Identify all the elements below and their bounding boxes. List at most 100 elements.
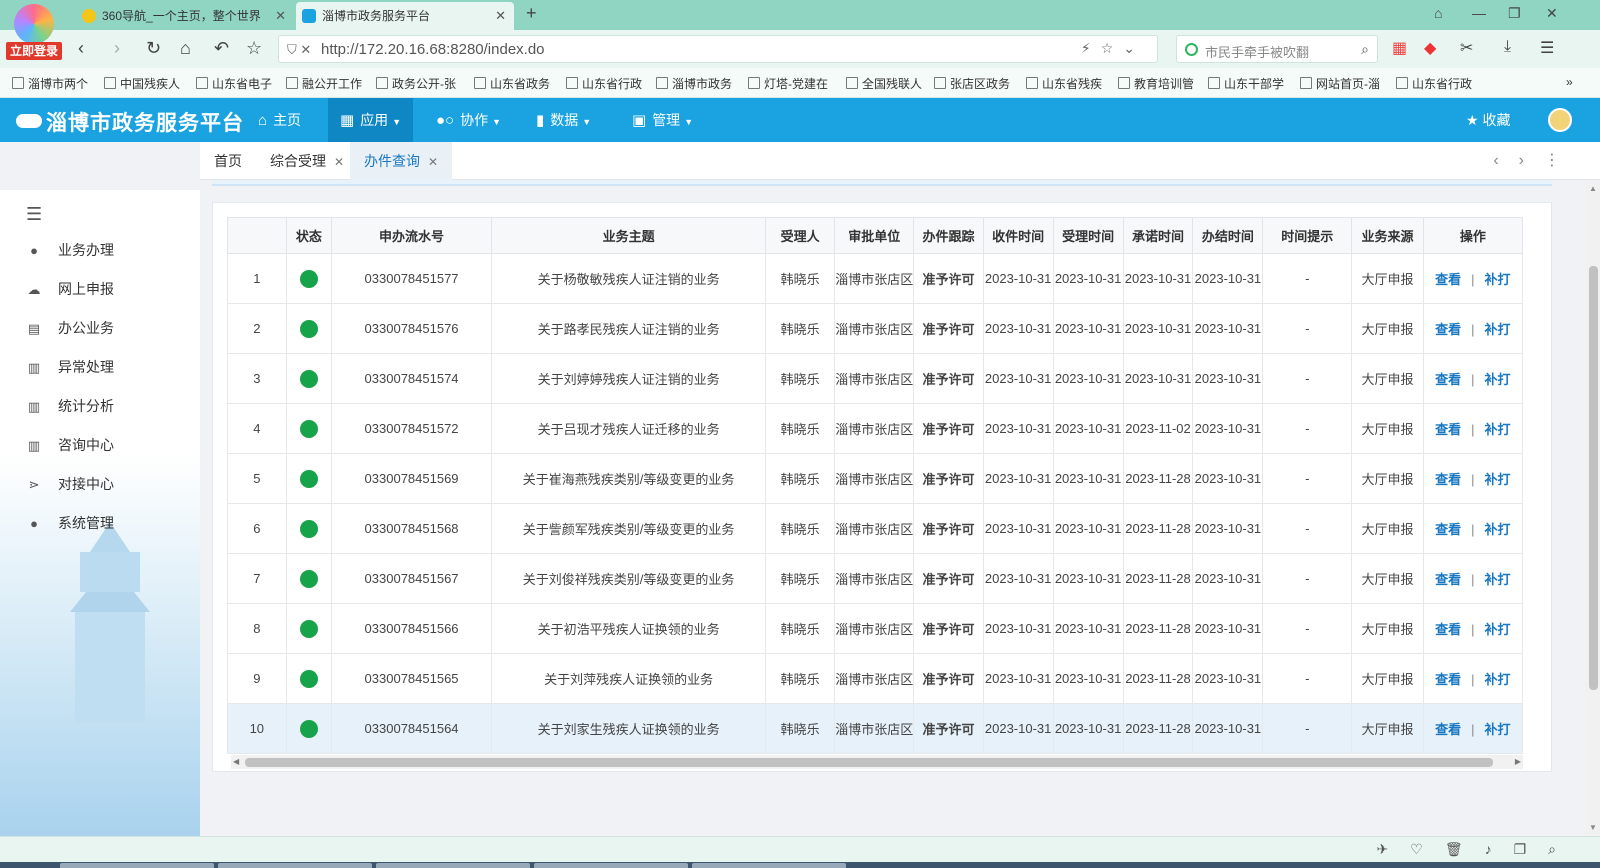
bookmark-item[interactable]: 淄博市政务	[656, 75, 732, 92]
minimize-icon[interactable]: —	[1472, 5, 1486, 21]
tab-home[interactable]: 首页	[200, 142, 256, 180]
view-link[interactable]: 查看	[1435, 672, 1461, 687]
bookmark-item[interactable]: 全国残联人	[846, 75, 922, 92]
view-link[interactable]: 查看	[1435, 422, 1461, 437]
view-link[interactable]: 查看	[1435, 322, 1461, 337]
hamburger-icon[interactable]: ☰	[26, 204, 42, 225]
reprint-link[interactable]: 补打	[1485, 472, 1511, 487]
browser-tab-360[interactable]: 360导航_一个主页，整个世界 ✕	[76, 2, 294, 30]
tab-scroll-icon[interactable]: ‹›⋮	[1493, 150, 1580, 170]
scroll-thumb[interactable]	[1589, 266, 1598, 690]
reprint-link[interactable]: 补打	[1485, 572, 1511, 587]
nav-data[interactable]: ▮ 数据 ▼	[524, 98, 603, 142]
search-icon[interactable]: ⌕	[1361, 41, 1369, 58]
favorite-button[interactable]: ★ 收藏	[1466, 110, 1510, 130]
login-button[interactable]: 立即登录	[6, 42, 62, 60]
avatar[interactable]	[1548, 108, 1572, 132]
forward-icon[interactable]: ›	[114, 38, 120, 59]
bookmark-item[interactable]: 灯塔-党建在	[748, 75, 828, 92]
scroll-down-icon[interactable]: ▼	[1589, 823, 1597, 832]
scissors-icon[interactable]: ✂	[1460, 38, 1473, 58]
url-box[interactable]: ⛉ ✕ http://172.20.16.68:8280/index.do ⚡☆…	[278, 35, 1158, 63]
horizontal-scrollbar[interactable]: ◀ ▶	[231, 755, 1523, 769]
download-icon[interactable]: ⤓	[1504, 38, 1511, 56]
search-input[interactable]: 市民手牵手被吹翻	[1205, 42, 1309, 61]
bookmark-item[interactable]: 网站首页-淄	[1300, 75, 1380, 92]
bookmark-item[interactable]: 山东省政务	[474, 75, 550, 92]
sidebar-item-office[interactable]: ▤ 办公业务	[26, 318, 114, 338]
scroll-right-icon[interactable]: ▶	[1515, 757, 1521, 766]
bookmark-item[interactable]: 山东省残疾	[1026, 75, 1102, 92]
reprint-link[interactable]: 补打	[1485, 372, 1511, 387]
reprint-link[interactable]: 补打	[1485, 322, 1511, 337]
bookmark-item[interactable]: 淄博市两个	[12, 75, 88, 92]
bookmark-item[interactable]: 张店区政务	[934, 75, 1010, 92]
apps-icon[interactable]: ▦	[1392, 38, 1407, 58]
view-link[interactable]: 查看	[1435, 472, 1461, 487]
scroll-left-icon[interactable]: ◀	[233, 757, 239, 766]
sidebar-item-consult[interactable]: ▥ 咨询中心	[26, 435, 114, 455]
tab-query[interactable]: 办件查询 ✕	[350, 142, 453, 180]
tab-comprehensive[interactable]: 综合受理 ✕	[256, 142, 358, 180]
table-row[interactable]: 9 0330078451565 关于刘萍残疾人证换领的业务 韩晓乐 淄博市张店区 准予许可…	[227, 653, 1523, 704]
reprint-link[interactable]: 补打	[1485, 422, 1511, 437]
taskbar-item[interactable]	[376, 863, 530, 868]
window-close-icon[interactable]: ✕	[1546, 5, 1558, 22]
undo-icon[interactable]: ↶	[214, 38, 229, 59]
table-row[interactable]: 8 0330078451566 关于初浩平残疾人证换领的业务 韩晓乐 淄博市张店区 准予许…	[227, 603, 1523, 654]
star-icon[interactable]: ☆	[246, 38, 262, 59]
table-row[interactable]: 1 0330078451577 关于杨敬敏残疾人证注销的业务 韩晓乐 淄博市张店区 准予许…	[227, 253, 1523, 304]
browser-tab-platform[interactable]: 淄博市政务服务平台 ✕	[296, 2, 514, 30]
game-icon[interactable]: ◆	[1424, 38, 1436, 58]
view-link[interactable]: 查看	[1435, 572, 1461, 587]
bookmarks-more-icon[interactable]: »	[1566, 75, 1573, 89]
reprint-link[interactable]: 补打	[1485, 622, 1511, 637]
nav-home[interactable]: ⌂ 主页	[246, 98, 313, 142]
table-row[interactable]: 7 0330078451567 关于刘俊祥残疾类别/等级变更的业务 韩晓乐 淄博市张店区…	[227, 553, 1523, 604]
bookmark-item[interactable]: 政务公开-张	[376, 75, 456, 92]
taskbar-item[interactable]	[534, 863, 688, 868]
status-icons[interactable]: ✈♡🗑♪❐⌕	[1377, 841, 1578, 858]
sidebar-item-docking[interactable]: ⋗ 对接中心	[26, 474, 114, 494]
table-row[interactable]: 10 0330078451564 关于刘家生残疾人证换领的业务 韩晓乐 淄博市张店区 准予…	[227, 703, 1523, 754]
home-icon[interactable]: ⌂	[180, 38, 191, 59]
url-text[interactable]: http://172.20.16.68:8280/index.do	[321, 41, 545, 58]
close-icon[interactable]: ✕	[275, 2, 286, 30]
app-logo[interactable]: 淄博市政务服务平台	[16, 107, 244, 137]
close-icon[interactable]: ✕	[428, 155, 438, 169]
restore-icon[interactable]: ❐	[1508, 5, 1521, 22]
table-row[interactable]: 5 0330078451569 关于崔海燕残疾类别/等级变更的业务 韩晓乐 淄博市张店区…	[227, 453, 1523, 504]
taskbar-item[interactable]	[60, 863, 214, 868]
reprint-link[interactable]: 补打	[1485, 672, 1511, 687]
search-box[interactable]: 市民手牵手被吹翻 ⌕	[1176, 35, 1378, 63]
url-actions-icon[interactable]: ⚡☆⌄	[1081, 40, 1145, 57]
sidebar-item-statistics[interactable]: ▥ 统计分析	[26, 396, 114, 416]
table-row[interactable]: 3 0330078451574 关于刘婷婷残疾人证注销的业务 韩晓乐 淄博市张店区 准予许…	[227, 353, 1523, 404]
reprint-link[interactable]: 补打	[1485, 522, 1511, 537]
view-link[interactable]: 查看	[1435, 372, 1461, 387]
bookmark-item[interactable]: 山东省电子	[196, 75, 272, 92]
view-link[interactable]: 查看	[1435, 522, 1461, 537]
bookmark-item[interactable]: 山东干部学	[1208, 75, 1284, 92]
sidebar-item-exception[interactable]: ▥ 异常处理	[26, 357, 114, 377]
table-row[interactable]: 2 0330078451576 关于路孝民残疾人证注销的业务 韩晓乐 淄博市张店区 准予许…	[227, 303, 1523, 354]
table-row[interactable]: 6 0330078451568 关于訾颜军残疾类别/等级变更的业务 韩晓乐 淄博市张店区…	[227, 503, 1523, 554]
refresh-icon[interactable]: ↻	[146, 38, 161, 59]
view-link[interactable]: 查看	[1435, 622, 1461, 637]
sidebar-item-business[interactable]: ● 业务办理	[26, 240, 114, 260]
taskbar-item[interactable]	[692, 863, 846, 868]
nav-apps[interactable]: ▦ 应用 ▼	[328, 98, 414, 142]
table-wrapper[interactable]: 状态 申办流水号 业务主题 受理人 审批单位 办件跟踪 收件时间 受理时间 承诺时间 办结时间 时间…	[227, 217, 1523, 755]
shirt-icon[interactable]: ⌂	[1434, 5, 1442, 21]
table-row[interactable]: 4 0330078451572 关于吕现才残疾人证迁移的业务 韩晓乐 淄博市张店区 准予许…	[227, 403, 1523, 454]
close-icon[interactable]: ✕	[334, 155, 344, 169]
nav-collab[interactable]: ●○ 协作 ▼	[424, 98, 513, 142]
scroll-up-icon[interactable]: ▲	[1589, 184, 1597, 193]
view-link[interactable]: 查看	[1435, 722, 1461, 737]
bookmark-item[interactable]: 山东省行政	[1396, 75, 1472, 92]
scroll-thumb[interactable]	[245, 758, 1493, 767]
reprint-link[interactable]: 补打	[1485, 272, 1511, 287]
vertical-scrollbar[interactable]: ▲ ▼	[1586, 180, 1600, 836]
menu-icon[interactable]: ☰	[1540, 38, 1554, 58]
reprint-link[interactable]: 补打	[1485, 722, 1511, 737]
